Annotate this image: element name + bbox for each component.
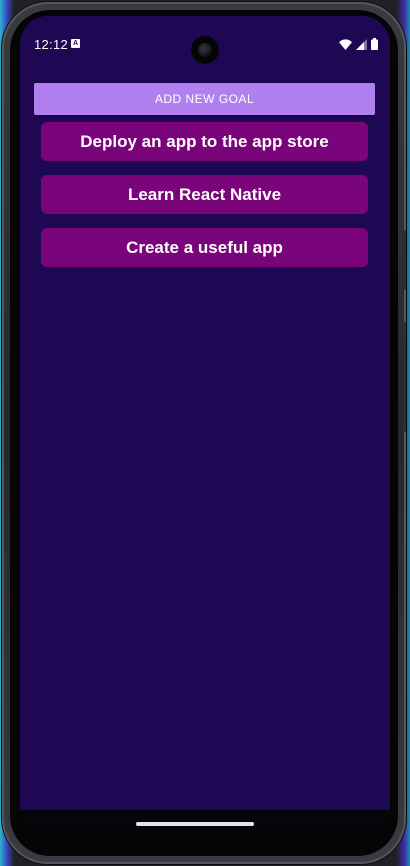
power-button	[402, 230, 406, 290]
status-clock: 12:12	[34, 37, 69, 52]
notification-icon: A	[71, 39, 80, 48]
goal-item[interactable]: Create a useful app	[41, 228, 368, 267]
home-indicator[interactable]	[136, 822, 254, 826]
goal-item[interactable]: Learn React Native	[41, 175, 368, 214]
front-camera	[191, 36, 219, 64]
status-bar: 12:12 A	[20, 16, 390, 70]
signal-icon	[356, 38, 367, 50]
battery-icon	[371, 38, 378, 50]
volume-button	[402, 322, 406, 432]
status-icons	[339, 38, 378, 50]
app-screen: 12:12 A ADD NEW GOAL Deploy an app to th…	[20, 16, 390, 830]
goal-list: Deploy an app to the app store Learn Rea…	[41, 122, 368, 281]
camera-lens-icon	[198, 43, 212, 57]
add-new-goal-button[interactable]: ADD NEW GOAL	[34, 83, 375, 115]
wifi-icon	[339, 38, 352, 50]
navigation-bar	[20, 810, 390, 830]
goal-item[interactable]: Deploy an app to the app store	[41, 122, 368, 161]
